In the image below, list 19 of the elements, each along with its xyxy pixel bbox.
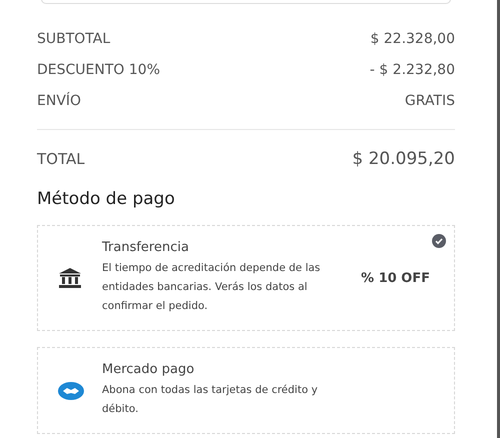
- method-name: Transferencia: [102, 240, 190, 255]
- bank-icon: [58, 267, 82, 289]
- total-label: TOTAL: [37, 150, 85, 168]
- summary-label: ENVÍO: [37, 92, 82, 110]
- handshake-icon: [58, 382, 84, 400]
- summary-label: DESCUENTO 10%: [37, 61, 160, 79]
- discount-label: % 10 OFF: [361, 270, 430, 286]
- method-description: El tiempo de acreditación depende de las entidades bancarias. Verás los datos al confirmar el pedido.: [102, 261, 322, 314]
- payment-option[interactable]: Transferencia El tiempo de acreditación depende de las entidades bancarias. Verás los datos al confirmar el pedido. % 10 OFF: [37, 225, 455, 331]
- total-value: $ 20.095,20: [352, 150, 455, 168]
- payment-option[interactable]: Mercado pago Abona con todas las tarjetas de crédito y débito.: [37, 347, 455, 434]
- summary-value: GRATIS: [404, 92, 455, 110]
- check-icon: [432, 234, 446, 248]
- summary-label: SUBTOTAL: [37, 30, 110, 48]
- method-name: Mercado pago: [102, 362, 196, 377]
- section-title: Método de pago: [37, 189, 176, 209]
- method-description: Abona con todas las tarjetas de crédito y débito.: [102, 383, 319, 417]
- summary-value: - $ 2.232,80: [370, 61, 455, 79]
- summary-value: $ 22.328,00: [370, 30, 455, 48]
